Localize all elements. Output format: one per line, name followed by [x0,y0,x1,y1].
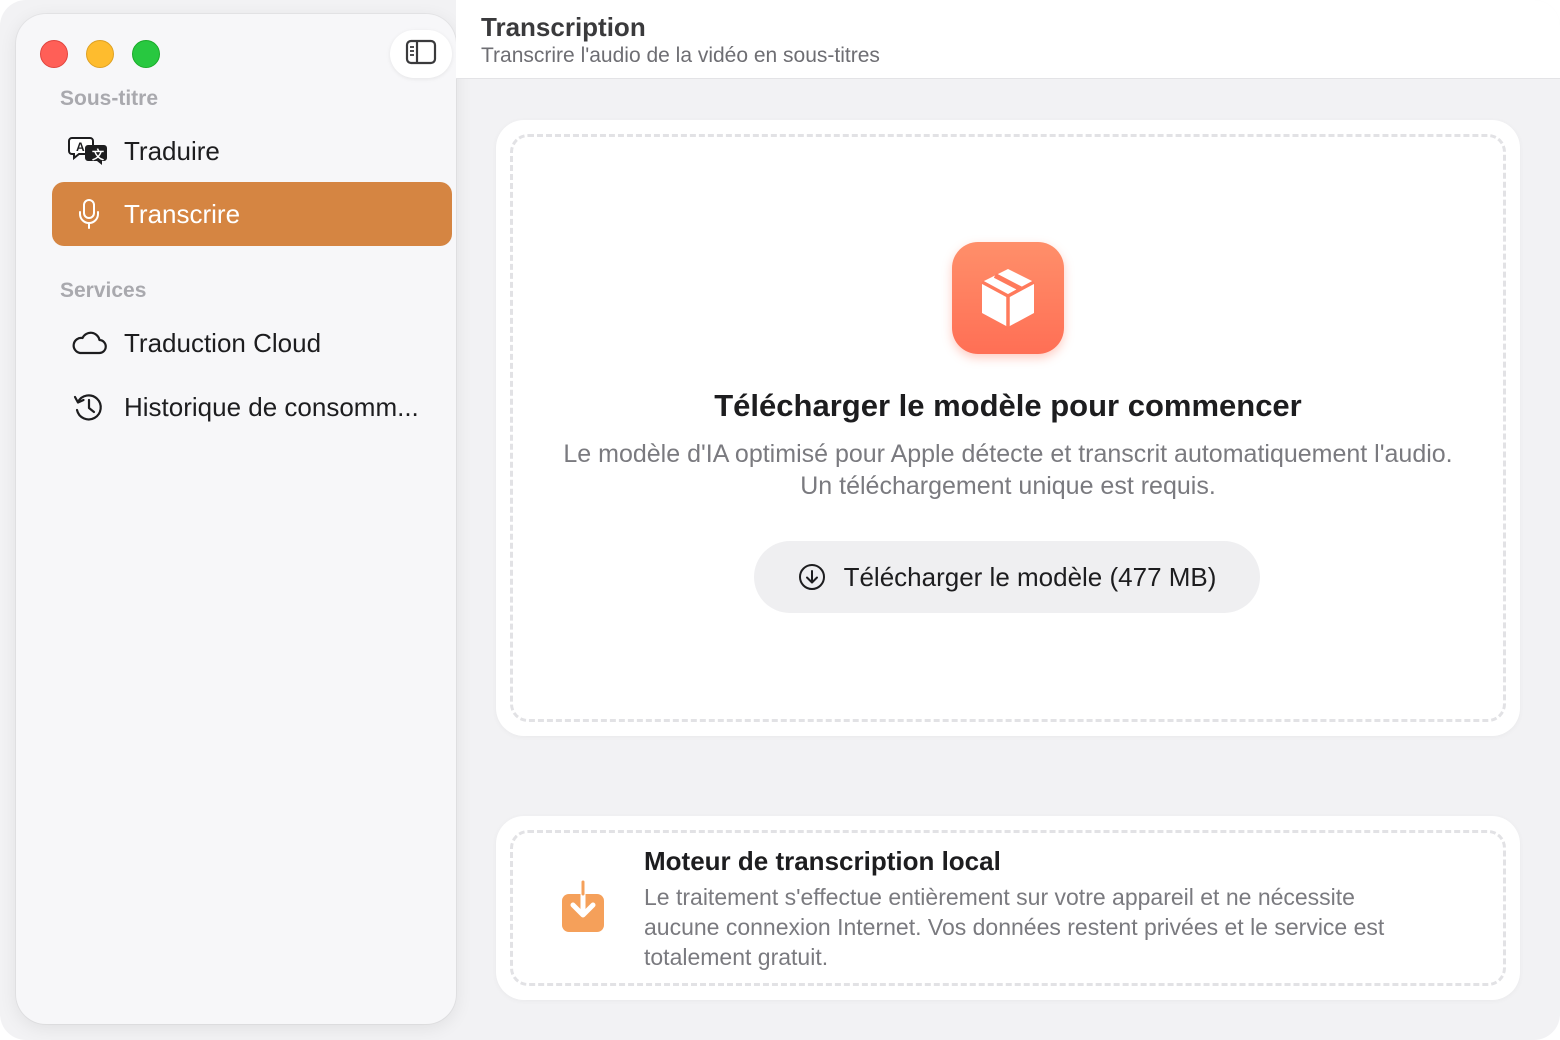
sidebar-item-transcribe[interactable]: Transcrire [52,182,452,246]
sidebar-toggle-icon [405,39,437,70]
translate-icon: A 文 [68,133,110,169]
download-tray-icon [560,879,606,936]
sidebar-item-label: Traduction Cloud [124,327,322,358]
sidebar-item-label: Traduire [124,135,220,166]
sidebar-toggle-button[interactable] [390,30,452,78]
section-label-subtitle: Sous-titre [60,87,159,110]
cloud-icon [68,325,110,361]
svg-text:文: 文 [92,147,105,162]
sidebar: Sous-titre A 文 Traduire Transcrire Servi… [16,14,456,1024]
local-engine-card: Moteur de transcription local Le traitem… [496,816,1520,1000]
sidebar-item-label: Historique de consomm... [124,391,419,422]
download-circle-icon [798,563,826,591]
minimize-window-button[interactable] [86,40,114,68]
page-header: Transcription Transcrire l'audio de la v… [456,0,1560,79]
sidebar-item-usage-history[interactable]: Historique de consomm... [52,375,452,439]
svg-text:A: A [76,140,85,154]
card-title: Télécharger le modèle pour commencer [714,388,1302,423]
sidebar-item-cloud-translation[interactable]: Traduction Cloud [52,311,452,375]
zoom-window-button[interactable] [132,40,160,68]
sidebar-item-translate[interactable]: A 文 Traduire [52,119,452,183]
history-icon [68,389,110,425]
card-description: Le modèle d'IA optimisé pour Apple détec… [563,440,1453,500]
local-engine-description: Le traitement s'effectue entièrement sur… [644,884,1385,970]
local-engine-title: Moteur de transcription local [644,846,1001,876]
close-window-button[interactable] [40,40,68,68]
download-model-button[interactable]: Télécharger le modèle (477 MB) [754,541,1260,613]
download-model-card: Télécharger le modèle pour commencer Le … [496,120,1520,736]
microphone-icon [68,196,110,232]
dashed-border [510,134,1506,722]
package-icon [952,242,1064,354]
download-button-label: Télécharger le modèle (477 MB) [843,561,1217,592]
page-title: Transcription [481,12,646,42]
page-subtitle: Transcrire l'audio de la vidéo en sous-t… [481,44,880,67]
sidebar-item-label: Transcrire [124,198,241,229]
app-window: Sous-titre A 文 Traduire Transcrire Servi… [0,0,1560,1040]
section-label-services: Services [60,279,147,302]
